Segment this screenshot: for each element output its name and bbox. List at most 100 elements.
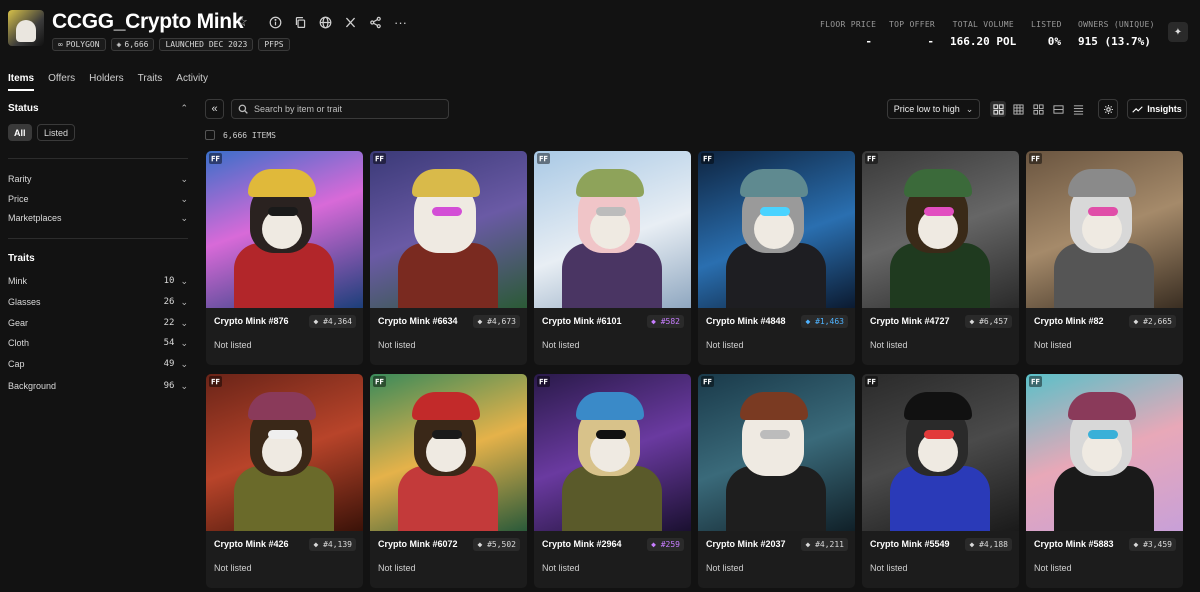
tab-items[interactable]: Items	[8, 73, 35, 91]
gear-icon	[1103, 104, 1113, 114]
collapse-sidebar-button[interactable]: «	[205, 99, 224, 119]
item-card[interactable]: ꜰꜰ Crypto Mink #2037 ◆ #4,211 Not listed	[698, 374, 855, 588]
item-info: Crypto Mink #5549 ◆ #4,188 Not listed	[862, 531, 1019, 588]
item-image[interactable]: ꜰꜰ	[206, 151, 363, 308]
item-card[interactable]: ꜰꜰ Crypto Mink #6072 ◆ #5,502 Not listed	[370, 374, 527, 588]
filter-marketplaces[interactable]: Marketplaces ⌄	[8, 211, 188, 225]
item-card[interactable]: ꜰꜰ Crypto Mink #426 ◆ #4,139 Not listed	[206, 374, 363, 588]
trait-cap[interactable]: Cap 49 ⌄	[8, 357, 188, 371]
search-bar[interactable]	[231, 99, 449, 119]
copy-icon[interactable]	[288, 13, 313, 31]
favorite-star-icon[interactable]: ☆	[233, 13, 251, 31]
item-card[interactable]: ꜰꜰ Crypto Mink #5549 ◆ #4,188 Not listed	[862, 374, 1019, 588]
mink-cap	[1068, 169, 1136, 197]
item-card[interactable]: ꜰꜰ Crypto Mink #876 ◆ #4,364 Not listed	[206, 151, 363, 365]
item-image[interactable]: ꜰꜰ	[534, 151, 691, 308]
filter-price[interactable]: Price ⌄	[8, 192, 188, 206]
mink-glasses	[268, 430, 298, 439]
diamond-icon: ◆	[313, 540, 324, 549]
tab-activity[interactable]: Activity	[176, 73, 208, 91]
view-list-button[interactable]	[1050, 101, 1066, 117]
item-image[interactable]: ꜰꜰ	[862, 151, 1019, 308]
mink-glasses	[1088, 207, 1118, 216]
globe-icon[interactable]	[313, 13, 338, 31]
item-image[interactable]: ꜰꜰ	[534, 374, 691, 531]
info-icon[interactable]	[263, 13, 288, 31]
trait-cloth[interactable]: Cloth 54 ⌄	[8, 336, 188, 350]
item-image[interactable]: ꜰꜰ	[370, 151, 527, 308]
select-all-checkbox[interactable]	[205, 130, 215, 140]
trait-gear[interactable]: Gear 22 ⌄	[8, 316, 188, 330]
item-card[interactable]: ꜰꜰ Crypto Mink #6634 ◆ #4,673 Not listed	[370, 151, 527, 365]
listing-status: Not listed	[378, 340, 416, 350]
tab-holders[interactable]: Holders	[89, 73, 123, 91]
share-icon[interactable]	[363, 13, 388, 31]
stat-listed: LISTED 0%	[1031, 20, 1062, 48]
mink-cap	[740, 392, 808, 420]
item-card[interactable]: ꜰꜰ Crypto Mink #82 ◆ #2,665 Not listed	[1026, 151, 1183, 365]
item-image[interactable]: ꜰꜰ	[698, 374, 855, 531]
chevron-down-icon: ⌄	[180, 275, 188, 286]
chevron-down-icon: ⌄	[180, 358, 188, 369]
item-image[interactable]: ꜰꜰ	[370, 374, 527, 531]
item-card[interactable]: ꜰꜰ Crypto Mink #5883 ◆ #3,459 Not listed	[1026, 374, 1183, 588]
marketplace-flag-icon: ꜰꜰ	[537, 153, 550, 164]
filter-rarity[interactable]: Rarity ⌄	[8, 172, 188, 186]
badge-category[interactable]: PFPS	[258, 38, 290, 51]
diamond-icon: ◆	[969, 540, 980, 549]
mink-glasses	[924, 430, 954, 439]
badge-chain[interactable]: ∞ POLYGON	[52, 38, 106, 51]
mink-glasses	[596, 430, 626, 439]
item-image[interactable]: ꜰꜰ	[206, 374, 363, 531]
item-card[interactable]: ꜰꜰ Crypto Mink #4727 ◆ #6,457 Not listed	[862, 151, 1019, 365]
sidebar-divider	[8, 158, 188, 159]
view-large-grid-button[interactable]	[990, 101, 1006, 117]
item-card[interactable]: ꜰꜰ Crypto Mink #6101 ◆ #582 Not listed	[534, 151, 691, 365]
diamond-icon: ◆	[651, 317, 661, 326]
item-card[interactable]: ꜰꜰ Crypto Mink #2964 ◆ #259 Not listed	[534, 374, 691, 588]
tab-traits[interactable]: Traits	[138, 73, 163, 91]
status-section-header[interactable]: Status ⌃	[8, 101, 188, 115]
marketplace-flag-icon: ꜰꜰ	[865, 153, 878, 164]
tab-offers[interactable]: Offers	[48, 73, 75, 91]
rarity-rank-badge: ◆ #5,502	[473, 538, 520, 551]
marketplace-flag-icon: ꜰꜰ	[701, 376, 714, 387]
expand-stats-button[interactable]: ✦	[1168, 22, 1188, 42]
supply-icon: ◈	[116, 40, 122, 49]
more-options-icon[interactable]: ···	[388, 13, 413, 31]
diamond-icon: ◆	[805, 317, 816, 326]
search-input[interactable]	[254, 104, 444, 114]
settings-button[interactable]	[1098, 99, 1118, 119]
diamond-icon: ◆	[805, 540, 816, 549]
rarity-rank-badge: ◆ #259	[647, 538, 684, 551]
collection-avatar[interactable]	[8, 10, 44, 46]
x-twitter-icon[interactable]	[338, 13, 363, 31]
listing-status: Not listed	[1034, 340, 1072, 350]
trait-mink[interactable]: Mink 10 ⌄	[8, 274, 188, 288]
item-image[interactable]: ꜰꜰ	[1026, 151, 1183, 308]
sort-dropdown[interactable]: Price low to high ⌄	[887, 99, 980, 119]
view-compact-grid-button[interactable]	[1030, 101, 1046, 117]
chevron-down-icon: ⌄	[180, 173, 188, 184]
double-chevron-left-icon: «	[211, 103, 218, 115]
status-listed-button[interactable]: Listed	[37, 124, 76, 141]
insights-button[interactable]: Insights	[1127, 99, 1187, 119]
rarity-rank-badge: ◆ #4,188	[965, 538, 1012, 551]
status-all-button[interactable]: All	[8, 124, 32, 141]
item-info: Crypto Mink #426 ◆ #4,139 Not listed	[206, 531, 363, 588]
trait-background[interactable]: Background 96 ⌄	[8, 379, 188, 393]
item-image[interactable]: ꜰꜰ	[862, 374, 1019, 531]
listing-status: Not listed	[542, 563, 580, 573]
mink-cap	[904, 169, 972, 197]
collection-badges: ∞ POLYGON ◈ 6,666 LAUNCHED DEC 2023 PFPS	[52, 38, 290, 51]
rarity-rank-badge: ◆ #3,459	[1129, 538, 1176, 551]
item-image[interactable]: ꜰꜰ	[698, 151, 855, 308]
item-card[interactable]: ꜰꜰ Crypto Mink #4848 ◆ #1,463 Not listed	[698, 151, 855, 365]
trait-glasses[interactable]: Glasses 26 ⌄	[8, 295, 188, 309]
view-grid-button[interactable]	[1010, 101, 1026, 117]
badge-supply: ◈ 6,666	[110, 38, 155, 51]
item-image[interactable]: ꜰꜰ	[1026, 374, 1183, 531]
view-table-button[interactable]	[1070, 101, 1086, 117]
collection-title: CCGG_Crypto Mink	[52, 10, 244, 33]
chevron-down-icon: ⌄	[180, 212, 188, 223]
